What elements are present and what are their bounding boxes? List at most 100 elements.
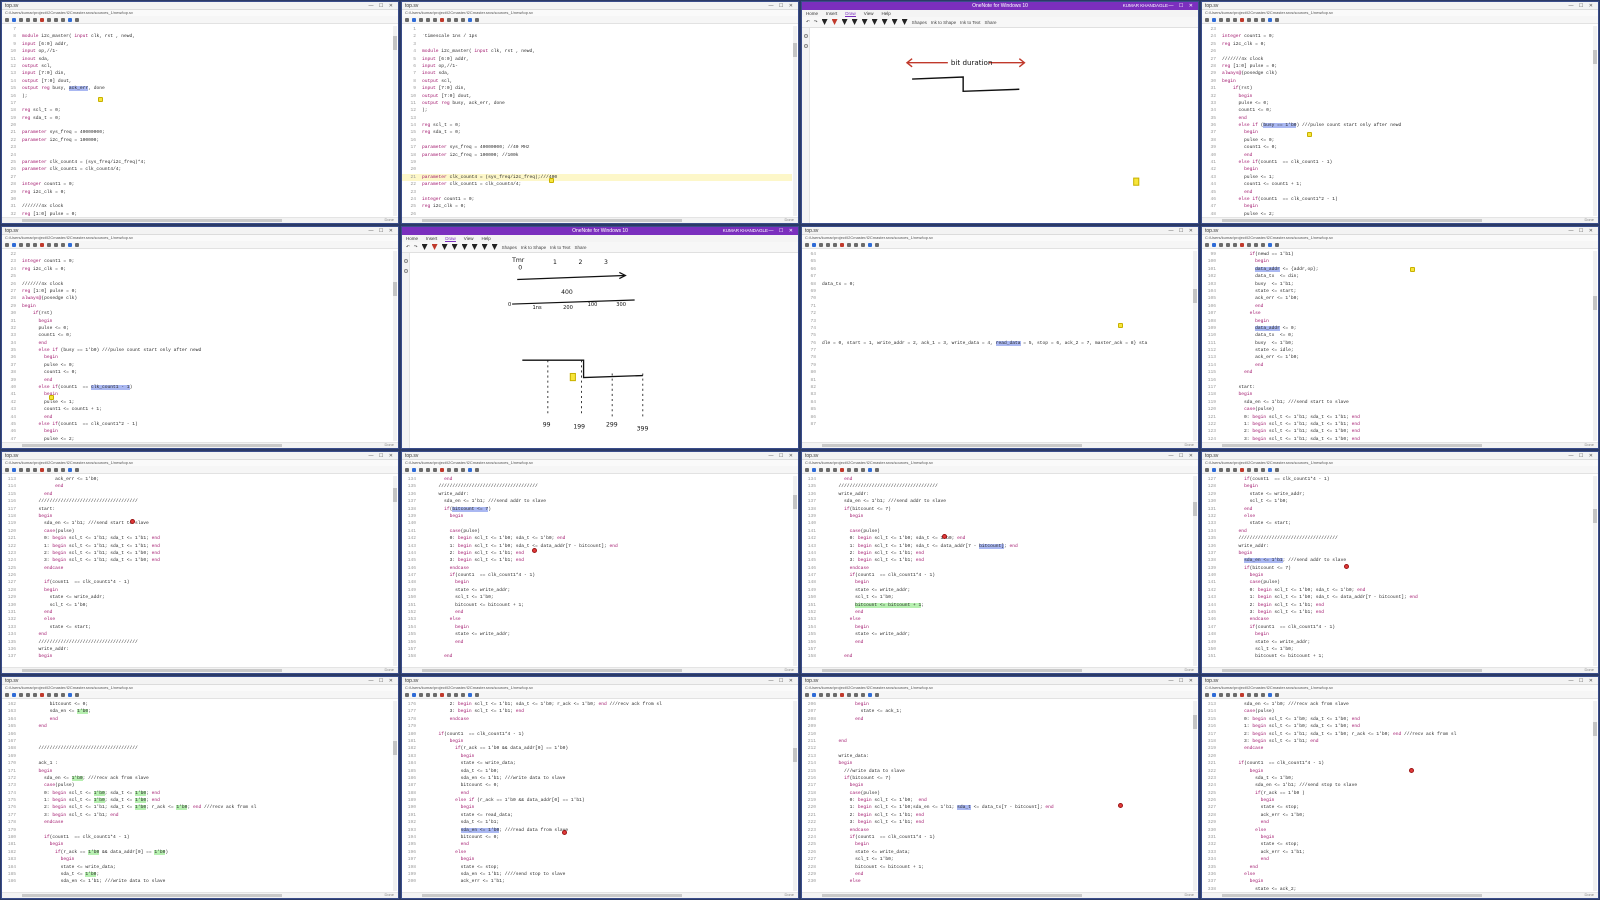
code-editor[interactable]: 313 sda_en <= 1'b0; ///recv ack from sla… — [1202, 701, 1592, 891]
code-line[interactable]: 150 scl_t <= 1'b0; — [402, 594, 792, 601]
code-line[interactable]: 133 state <= start; — [1202, 520, 1592, 527]
code-line[interactable]: 142 0: begin scl_t <= 1'b0; sda_t <= 1'b… — [402, 535, 792, 542]
code-line[interactable]: 220 1: begin scl_t <= 1'b0;sda_en <= 1'b… — [802, 804, 1192, 811]
code-line[interactable]: 35 else if (busy == 1'b0) ///pulse count… — [2, 347, 392, 354]
pen-icon[interactable] — [481, 244, 488, 250]
code-line[interactable]: 327 state <= stop; — [1202, 804, 1592, 811]
redo-icon[interactable] — [54, 242, 58, 247]
code-line[interactable]: 45 end — [1202, 189, 1592, 196]
code-line[interactable]: 134 end — [802, 476, 1192, 483]
comment-icon[interactable] — [61, 467, 65, 472]
code-line[interactable]: 166 — [2, 731, 392, 738]
code-line[interactable]: 47 begin — [1202, 203, 1592, 210]
code-line[interactable]: 65 — [802, 258, 1192, 265]
code-line[interactable]: 211 end — [802, 738, 1192, 745]
code-line[interactable]: 40 else if(count1 == clk_count1 - 1) — [2, 384, 392, 391]
code-line[interactable]: 78 — [802, 354, 1192, 361]
comment-icon[interactable] — [1261, 17, 1265, 22]
code-line[interactable]: 24 — [2, 152, 392, 159]
copy-icon[interactable] — [26, 17, 30, 22]
code-line[interactable]: 138 if(bitcount <= 7) — [802, 506, 1192, 513]
code-line[interactable]: 75 — [802, 332, 1192, 339]
vertical-scrollbar[interactable] — [1593, 251, 1597, 441]
code-line[interactable]: 70 — [802, 295, 1192, 302]
pen-icon[interactable] — [841, 19, 848, 25]
code-line[interactable]: 104 state <= start; — [1202, 288, 1592, 295]
code-line[interactable]: 39 count1 <= 0; — [1202, 144, 1592, 151]
code-line[interactable]: 107 else — [1202, 310, 1592, 317]
delete-icon[interactable] — [40, 692, 44, 697]
code-line[interactable]: 29 begin — [2, 303, 392, 310]
code-line[interactable]: 208 end — [802, 716, 1192, 723]
horizontal-scrollbar[interactable] — [802, 667, 1198, 673]
code-line[interactable]: 32 begin — [1202, 93, 1592, 100]
code-line[interactable]: 135 //////////////////////////////////// — [802, 483, 1192, 490]
code-line[interactable]: 108 begin — [1202, 318, 1592, 325]
code-line[interactable]: 127 if(count1 == clk_count1*4 - 1) — [1202, 476, 1592, 483]
save-icon[interactable] — [12, 467, 16, 472]
search-icon[interactable] — [5, 692, 9, 697]
code-line[interactable]: 99 if(newd == 1'b1) — [1202, 251, 1592, 258]
tab-view[interactable]: View — [464, 235, 474, 242]
paste-icon[interactable] — [1233, 17, 1237, 22]
code-line[interactable]: 11 inout sda, — [2, 56, 392, 63]
code-line[interactable]: 175 1: begin scl_t <= 1'b0; sda_t <= 1'b… — [2, 797, 392, 804]
code-line[interactable]: 323 sda_t <= 1'b0; — [1202, 775, 1592, 782]
code-line[interactable]: 186 sda_en <= 1'b1; ///write data to sla… — [402, 775, 792, 782]
code-line[interactable]: 112 state <= idle; — [1202, 347, 1592, 354]
code-line[interactable]: 219 0: begin scl_t <= 1'b0; end — [802, 797, 1192, 804]
vertical-scrollbar[interactable] — [393, 701, 397, 891]
code-editor[interactable]: 127 if(count1 == clk_count1*4 - 1) 128 be… — [1202, 476, 1592, 666]
paste-icon[interactable] — [433, 467, 437, 472]
code-line[interactable]: 25 parameter clk_count4 = (sys_freq/i2c_f… — [2, 159, 392, 166]
code-line[interactable]: 168 //////////////////////////////////// — [2, 745, 392, 752]
cut-icon[interactable] — [1219, 242, 1223, 247]
code-line[interactable]: 25 — [2, 273, 392, 280]
tab-home[interactable]: Home — [406, 235, 418, 242]
format-icon[interactable] — [1268, 242, 1272, 247]
format-icon[interactable] — [468, 17, 472, 22]
code-line[interactable]: 337 begin — [1202, 878, 1592, 885]
code-line[interactable]: 334 end — [1202, 856, 1592, 863]
code-line[interactable]: 319 endcase — [1202, 745, 1592, 752]
bookmark-icon[interactable] — [1275, 17, 1279, 22]
code-line[interactable]: 316 1: begin scl_t <= 1'b0; sda_t <= 1'b… — [1202, 723, 1592, 730]
bookmark-icon[interactable] — [1275, 467, 1279, 472]
redo-icon[interactable] — [1254, 467, 1258, 472]
tab-help[interactable]: Help — [481, 235, 490, 242]
code-line[interactable]: 325 if(r_ack == 1'b0 ) — [1202, 790, 1592, 797]
code-line[interactable]: 24 integer count1 = 0; — [402, 196, 792, 203]
code-line[interactable]: 123 2: begin scl_t <= 1'b1; sda_t <= 1'b… — [1202, 428, 1592, 435]
code-line[interactable]: 41 begin — [2, 391, 392, 398]
code-editor[interactable]: 113 ack_err <= 1'b0; 114 end 115 end 116 //… — [2, 476, 392, 666]
vertical-scrollbar[interactable] — [393, 251, 397, 441]
undo-icon[interactable]: ↶ — [406, 244, 410, 250]
code-line[interactable]: 111 busy <= 1'b0; — [1202, 340, 1592, 347]
code-line[interactable]: 23 integer count1 = 0; — [2, 258, 392, 265]
code-line[interactable]: 138 sda_en <= 1'b1; ///send addr to slav… — [1202, 557, 1592, 564]
delete-icon[interactable] — [40, 17, 44, 22]
search-icon[interactable] — [405, 467, 409, 472]
horizontal-scrollbar[interactable] — [402, 667, 798, 673]
redo-icon[interactable] — [54, 17, 58, 22]
code-line[interactable]: 26 ///////4x clock — [2, 281, 392, 288]
code-line[interactable]: 18 reg scl_t = 0; — [2, 107, 392, 114]
window-controls[interactable]: — ☐ ✕ — [1569, 2, 1595, 10]
code-line[interactable]: 12 output scl, — [2, 63, 392, 70]
pen-icon[interactable] — [461, 244, 468, 250]
code-line[interactable]: 144 2: begin scl_t <= 1'b1; end — [402, 550, 792, 557]
redo-icon[interactable] — [1254, 17, 1258, 22]
redo-icon[interactable] — [54, 467, 58, 472]
vertical-scrollbar[interactable] — [793, 701, 797, 891]
code-line[interactable]: 12); — [402, 107, 792, 114]
code-line[interactable]: 34 end — [2, 340, 392, 347]
code-line[interactable]: 143 1: begin scl_t <= 1'b0; sda_t <= dat… — [1202, 594, 1592, 601]
code-line[interactable]: 45 else if(count1 == clk_count1*2 - 1) — [2, 421, 392, 428]
search-icon[interactable] — [805, 692, 809, 697]
code-line[interactable]: 105 ack_err <= 1'b0; — [1202, 295, 1592, 302]
code-line[interactable]: 133 state <= start; — [2, 624, 392, 631]
ink-to-shape-button[interactable]: Ink to Shape — [931, 20, 956, 25]
code-line[interactable]: 158 end — [802, 653, 1192, 660]
pen-icon[interactable] — [871, 19, 878, 25]
code-line[interactable]: 191 state <= read_data; — [402, 812, 792, 819]
